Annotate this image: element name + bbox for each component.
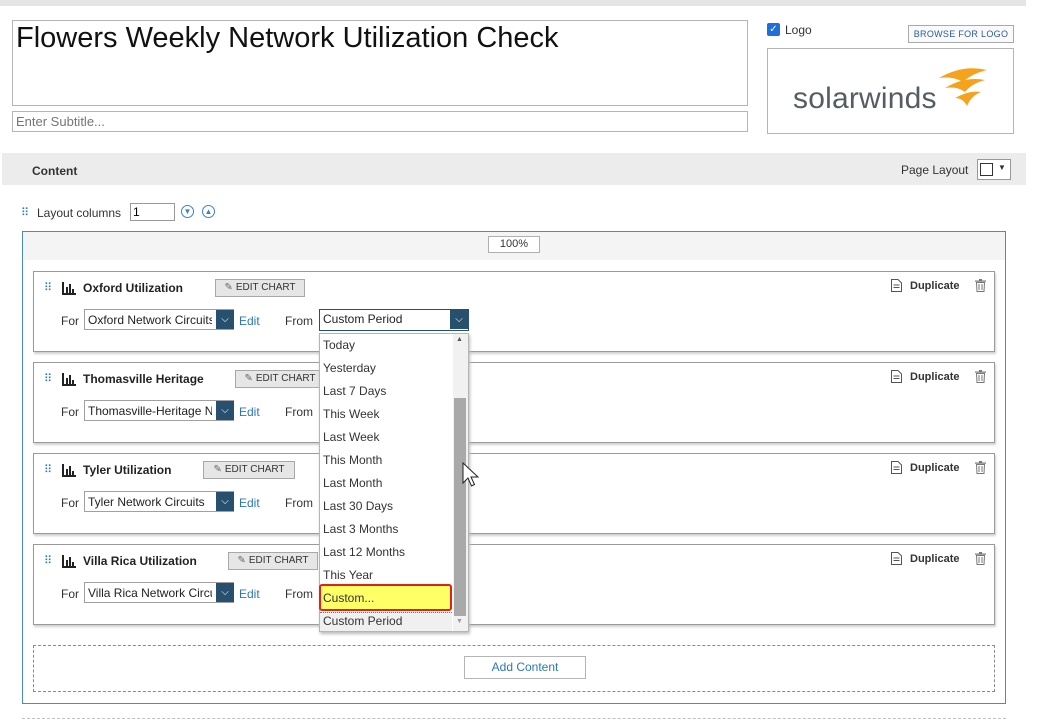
edit-chart-button[interactable]: ✎ EDIT CHART [215,279,305,297]
column-width-input[interactable]: 100% [488,236,540,253]
duplicate-button[interactable]: Duplicate [910,280,960,292]
for-label: For [61,587,79,601]
edit-link[interactable]: Edit [239,587,260,601]
page-layout-square-icon [980,163,993,176]
layout-columns-label: Layout columns [37,206,122,220]
for-label: For [61,405,79,419]
edit-chart-label: EDIT CHART [224,464,285,475]
period-option[interactable]: Last 7 Days [323,384,386,398]
scroll-down-icon[interactable]: ▼ [456,618,463,625]
bar-chart-icon [62,282,76,295]
card-title: Oxford Utilization [83,281,183,295]
logo-checkbox[interactable]: ✓ [767,23,780,36]
page-layout-label: Page Layout [901,163,969,177]
drag-handle-icon[interactable]: ⠿ [21,206,29,219]
duplicate-button[interactable]: Duplicate [910,553,960,565]
browse-for-logo-button[interactable]: BROWSE FOR LOGO [908,25,1014,43]
edit-link[interactable]: Edit [239,405,260,419]
period-option[interactable]: This Week [323,407,379,421]
trash-icon[interactable] [975,461,986,474]
bottom-divider [22,718,1006,719]
period-option[interactable]: Yesterday [323,361,376,375]
trash-icon[interactable] [975,279,986,292]
period-option[interactable]: Last 3 Months [323,522,398,536]
period-option[interactable]: Last Week [323,430,379,444]
period-option[interactable]: This Year [323,568,373,582]
logo-checkbox-label: Logo [785,23,812,37]
document-icon[interactable] [891,370,902,383]
period-option[interactable]: Today [323,338,355,352]
for-select-value: Oxford Network Circuits [88,313,212,327]
period-option-highlighted[interactable]: Custom... [323,591,374,605]
edit-link[interactable]: Edit [239,314,260,328]
period-option[interactable]: Last Month [323,476,382,490]
decrease-columns-icon[interactable]: ▼ [181,205,194,218]
edit-link[interactable]: Edit [239,496,260,510]
drag-handle-icon[interactable]: ⠿ [44,281,52,294]
edit-chart-label: EDIT CHART [255,373,316,384]
bar-chart-icon [62,373,76,386]
for-label: For [61,496,79,510]
document-icon[interactable] [891,552,902,565]
for-select-value: Thomasville-Heritage N [88,404,212,418]
period-option-selected[interactable]: Custom Period [323,614,402,628]
period-option[interactable]: Last 30 Days [323,499,393,513]
drag-handle-icon[interactable]: ⠿ [44,463,52,476]
card-title: Thomasville Heritage [83,372,204,386]
chevron-down-icon[interactable]: ⌵ [450,310,468,329]
scroll-up-icon[interactable]: ▲ [456,336,463,343]
increase-columns-icon[interactable]: ▲ [202,205,215,218]
trash-icon[interactable] [975,370,986,383]
report-title[interactable]: Flowers Weekly Network Utilization Check [16,22,559,55]
dropdown-scroll-thumb[interactable] [454,398,466,616]
edit-chart-label: EDIT CHART [235,282,296,293]
edit-chart-button[interactable]: ✎ EDIT CHART [203,461,295,479]
add-content-button[interactable]: Add Content [464,656,586,679]
pencil-icon: ✎ [213,464,222,475]
chevron-down-icon[interactable]: ⌵ [216,583,234,602]
from-label: From [285,587,313,601]
content-toolbar [2,153,1026,185]
pencil-icon: ✎ [244,373,253,384]
for-label: For [61,314,79,328]
drag-handle-icon[interactable]: ⠿ [44,554,52,567]
period-option[interactable]: This Month [323,453,382,467]
mouse-cursor-icon [462,462,480,487]
bar-chart-icon [62,464,76,477]
top-bar [0,0,1026,6]
drag-handle-icon[interactable]: ⠿ [44,372,52,385]
subtitle-input[interactable] [12,111,748,132]
chevron-down-icon[interactable]: ⌵ [216,401,234,420]
from-select-value: Custom Period [323,312,403,326]
edit-chart-button[interactable]: ✎ EDIT CHART [228,552,318,570]
pencil-icon: ✎ [224,282,233,293]
chevron-down-icon[interactable]: ⌵ [216,492,234,511]
pencil-icon: ✎ [237,555,246,566]
trash-icon[interactable] [975,552,986,565]
caret-down-icon: ▼ [998,163,1006,172]
duplicate-button[interactable]: Duplicate [910,371,960,383]
for-select-value: Villa Rica Network Circu [88,586,212,600]
document-icon[interactable] [891,461,902,474]
edit-chart-label: EDIT CHART [248,555,309,566]
layout-columns-input[interactable] [130,203,175,221]
bar-chart-icon [62,555,76,568]
for-select-value: Tyler Network Circuits [88,495,205,509]
from-label: From [285,405,313,419]
card-title: Villa Rica Utilization [83,554,197,568]
solarwinds-logo-text: solarwinds [793,82,937,115]
content-section-label: Content [32,164,78,178]
period-option[interactable]: Last 12 Months [323,545,405,559]
from-label: From [285,314,313,328]
card-title: Tyler Utilization [83,463,172,477]
document-icon[interactable] [891,279,902,292]
duplicate-button[interactable]: Duplicate [910,462,960,474]
edit-chart-button[interactable]: ✎ EDIT CHART [235,370,325,388]
chevron-down-icon[interactable]: ⌵ [216,310,234,329]
from-label: From [285,496,313,510]
solarwinds-flame-icon [939,68,987,106]
